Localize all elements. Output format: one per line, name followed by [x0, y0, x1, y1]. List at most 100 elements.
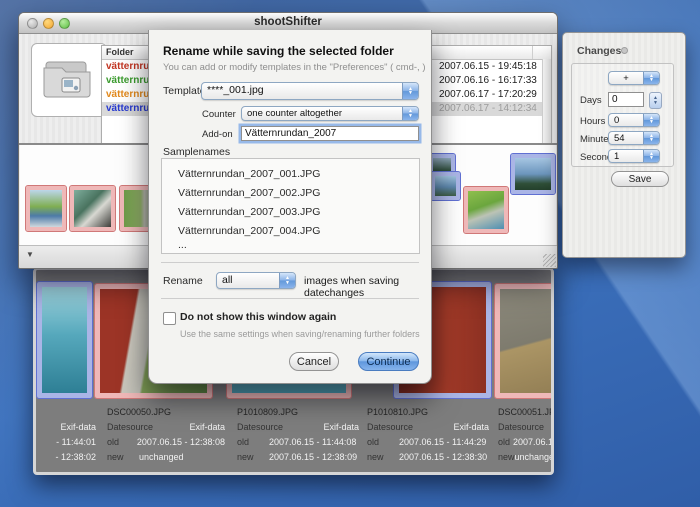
thumbnail-image — [515, 158, 551, 190]
template-label: Template — [163, 85, 206, 97]
samplenames-label: Samplenames — [163, 146, 230, 158]
folder-name: vätternrun — [106, 60, 152, 74]
days-stepper[interactable]: ▲▼ — [649, 92, 662, 109]
old-label: old — [107, 435, 137, 450]
samplenames-box: Vätternrundan_2007_001.JPG Vätternrundan… — [161, 158, 420, 254]
folder-date: 2007.06.16 - 16:17:33 — [439, 74, 545, 88]
counter-popup-value: one counter altogether — [242, 107, 402, 120]
folder-name: vätternrun — [106, 102, 152, 116]
minutes-popup-value: 54 — [609, 132, 643, 144]
thumbnail[interactable] — [464, 187, 508, 233]
hours-popup-value: 0 — [609, 114, 643, 126]
addon-input[interactable] — [241, 126, 419, 141]
addon-label: Add-on — [202, 129, 233, 140]
photo-image — [500, 289, 554, 393]
sample-name: Vätternrundan_2007_002.JPG — [178, 187, 320, 199]
rename-label: Rename — [163, 275, 203, 287]
thumbnail[interactable] — [511, 154, 555, 194]
photo-info-block: DSC00051.JPG Datesource old2007.06.15 ne… — [498, 405, 554, 465]
new-label: new — [237, 450, 269, 465]
old-value: 2007.06.15 - 11:44:08 — [269, 435, 356, 450]
popup-arrows-icon: ▲▼ — [643, 114, 659, 126]
rename-sheet-dialog: Rename while saving the selected folder … — [148, 30, 432, 384]
photo-info-block: P1010810.JPG DatesourceExif-data old2007… — [367, 405, 489, 465]
hours-label: Hours — [580, 116, 605, 127]
save-button[interactable]: Save — [611, 171, 669, 187]
desktop: Exif-data - 11:44:01 - 12:38:02 DSC00050… — [0, 0, 700, 507]
changes-title: Changes — [577, 45, 621, 57]
photo-filename: DSC00051.JPG — [498, 405, 554, 420]
exif-label: Exif-data — [453, 420, 489, 435]
folder-date: 2007.06.15 - 19:45:18 — [439, 60, 545, 74]
photo-image — [42, 287, 87, 393]
thumbnail-image — [30, 190, 62, 227]
continue-button[interactable]: Continue — [358, 352, 419, 371]
seconds-popup[interactable]: 1 ▲▼ — [608, 149, 660, 163]
old-value: 2007.06.15 — [513, 435, 554, 450]
new-label: new — [367, 450, 399, 465]
photo-filename: P1010809.JPG — [237, 405, 359, 420]
rename-popup-value: all — [217, 273, 279, 288]
old-label: old — [498, 435, 513, 450]
popup-arrows-icon: ▲▼ — [643, 150, 659, 162]
photo-filename: P1010810.JPG — [367, 405, 489, 420]
new-value: 2007.06.15 - 12:38:09 — [269, 450, 357, 465]
old-value: - 11:44:01 — [56, 435, 96, 450]
days-input[interactable] — [608, 92, 644, 107]
folder-list-scrollbar[interactable] — [542, 59, 551, 143]
new-label: new — [498, 450, 515, 465]
dont-show-again-label: Do not show this window again — [180, 311, 336, 323]
folder-stack-icon — [32, 44, 104, 114]
photo-info-block: Exif-data - 11:44:01 - 12:38:02 — [36, 405, 96, 465]
resize-grip[interactable] — [543, 254, 556, 267]
datesource-label: Datesource — [498, 420, 544, 435]
new-value: - 12:38:02 — [55, 450, 96, 465]
popup-arrows-icon: ▲▼ — [402, 83, 418, 99]
new-value: unchanged — [139, 450, 184, 465]
minutes-popup[interactable]: 54 ▲▼ — [608, 131, 660, 145]
popup-arrows-icon: ▲▼ — [643, 72, 659, 84]
photo-stones[interactable] — [495, 284, 554, 398]
new-label: new — [107, 450, 139, 465]
exif-label: Exif-data — [189, 420, 225, 435]
popup-arrows-icon: ▲▼ — [279, 273, 295, 288]
counter-popup[interactable]: one counter altogether ▲▼ — [241, 106, 419, 121]
separator — [161, 262, 419, 263]
template-popup[interactable]: ****_001.jpg ▲▼ — [201, 82, 419, 100]
thumbnail[interactable] — [70, 186, 115, 231]
seconds-popup-value: 1 — [609, 150, 643, 162]
folder-name: vätternrun — [106, 74, 152, 88]
cancel-button[interactable]: Cancel — [289, 352, 339, 371]
sign-popup[interactable]: + ▲▼ — [608, 71, 660, 85]
popup-arrows-icon: ▲▼ — [402, 107, 418, 120]
folder-date: 2007.06.17 - 17:20:29 — [439, 88, 545, 102]
exif-label: Exif-data — [60, 420, 96, 435]
photo-statue[interactable] — [37, 282, 92, 398]
checkbox-help-text: Use the same settings when saving/renami… — [180, 329, 420, 339]
folder-icon-well[interactable] — [31, 43, 107, 117]
new-value: 2007.06.15 - 12:38:30 — [399, 450, 487, 465]
sheet-title: Rename while saving the selected folder — [163, 44, 394, 58]
rename-suffix-text: images when saving datechanges — [304, 275, 431, 299]
exif-label: Exif-data — [323, 420, 359, 435]
old-value: 2007.06.15 - 11:44:29 — [399, 435, 486, 450]
hours-popup[interactable]: 0 ▲▼ — [608, 113, 660, 127]
counter-label: Counter — [202, 109, 236, 120]
dont-show-again-checkbox[interactable] — [163, 312, 176, 325]
rename-scope-popup[interactable]: all ▲▼ — [216, 272, 296, 289]
datesource-label: Datesource — [237, 420, 283, 435]
disclosure-triangle-icon[interactable]: ▼ — [26, 250, 34, 259]
folder-column-header: Folder — [106, 47, 134, 57]
sample-name: Vätternrundan_2007_001.JPG — [178, 168, 320, 180]
datesource-label: Datesource — [367, 420, 413, 435]
folder-name: vätternrun — [106, 88, 152, 102]
photo-info-block: P1010809.JPG DatesourceExif-data old2007… — [237, 405, 359, 465]
sample-name-ellipsis: ... — [178, 239, 187, 251]
thumbnail[interactable] — [431, 172, 460, 200]
new-value: unchanged — [515, 450, 554, 465]
changes-panel: Changes + ▲▼ Days ▲▼ Hours 0 ▲▼ Minutes … — [562, 32, 686, 258]
thumbnail[interactable] — [26, 186, 66, 231]
changes-group-box: + ▲▼ Days ▲▼ Hours 0 ▲▼ Minutes 54 ▲▼ Se… — [571, 63, 674, 167]
popup-arrows-icon: ▲▼ — [643, 132, 659, 144]
window-title: shootShifter — [19, 16, 557, 28]
